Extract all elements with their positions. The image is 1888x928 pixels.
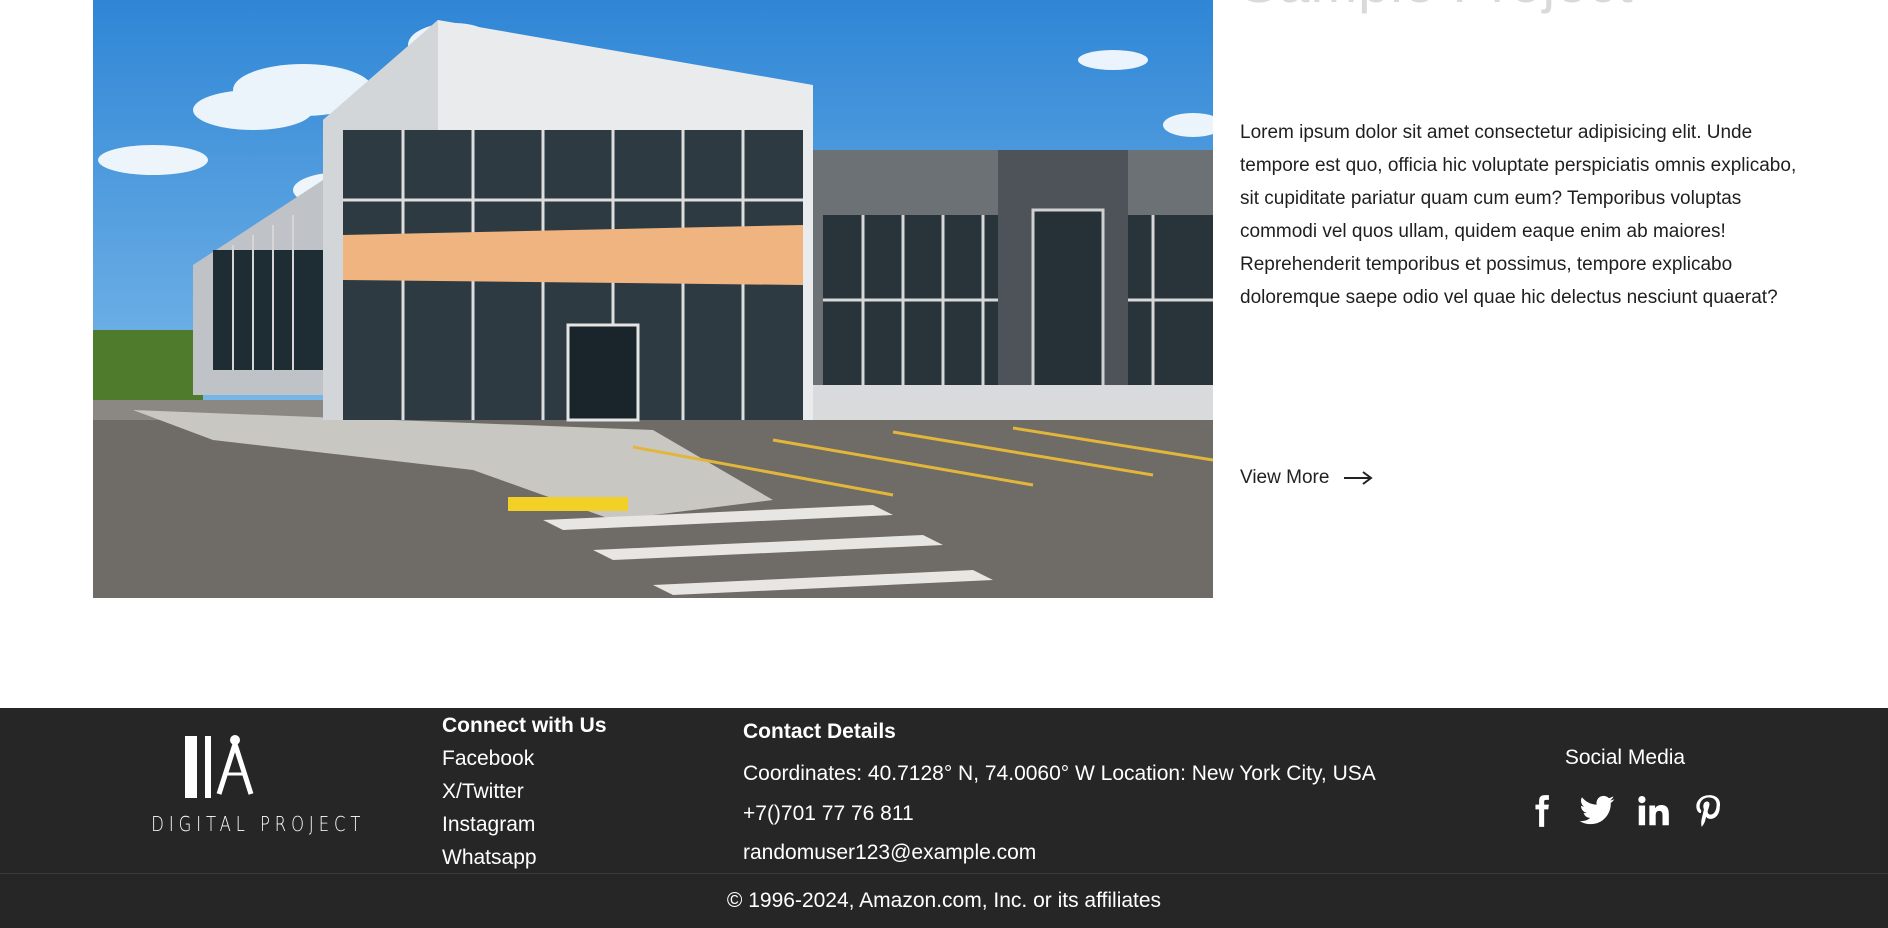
contact-title: Contact Details — [743, 720, 896, 743]
view-more-link[interactable]: View More — [1240, 467, 1374, 489]
twitter-icon[interactable] — [1578, 792, 1616, 830]
contact-section: Contact Details Coordinates: 40.7128° N,… — [743, 720, 1376, 873]
connect-title: Connect with Us — [442, 714, 607, 737]
logo-wordmark: DIGITAL PROJECT — [151, 812, 366, 836]
connect-section: Connect with Us Facebook X/Twitter Insta… — [442, 714, 607, 874]
pinterest-icon[interactable] — [1690, 792, 1728, 830]
linkedin-icon[interactable] — [1634, 792, 1672, 830]
facebook-icon[interactable] — [1522, 792, 1560, 830]
contact-coordinates: Coordinates: 40.7128° N, 74.0060° W Loca… — [743, 762, 1376, 785]
footer: DIGITAL PROJECT Connect with Us Facebook… — [0, 708, 1888, 928]
link-facebook[interactable]: Facebook — [442, 742, 607, 775]
project-description: Lorem ipsum dolor sit amet consectetur a… — [1240, 122, 1797, 308]
project-image — [93, 0, 1213, 598]
social-section: Social Media — [1510, 746, 1740, 830]
arrow-right-icon — [1343, 471, 1374, 485]
footer-logo[interactable]: DIGITAL PROJECT — [136, 734, 366, 852]
link-instagram[interactable]: Instagram — [442, 808, 607, 841]
copyright: © 1996-2024, Amazon.com, Inc. or its aff… — [0, 873, 1888, 928]
link-twitter[interactable]: X/Twitter — [442, 775, 607, 808]
compass-logo-icon — [185, 735, 254, 798]
social-icons — [1510, 792, 1740, 830]
social-title: Social Media — [1564, 746, 1686, 769]
view-more-label: View More — [1240, 467, 1330, 488]
project-title: Sample Project — [1240, 0, 1634, 15]
contact-phone: +7()701 77 76 811 — [743, 801, 914, 825]
contact-email: randomuser123@example.com — [743, 841, 1037, 864]
link-whatsapp[interactable]: Whatsapp — [442, 841, 607, 874]
